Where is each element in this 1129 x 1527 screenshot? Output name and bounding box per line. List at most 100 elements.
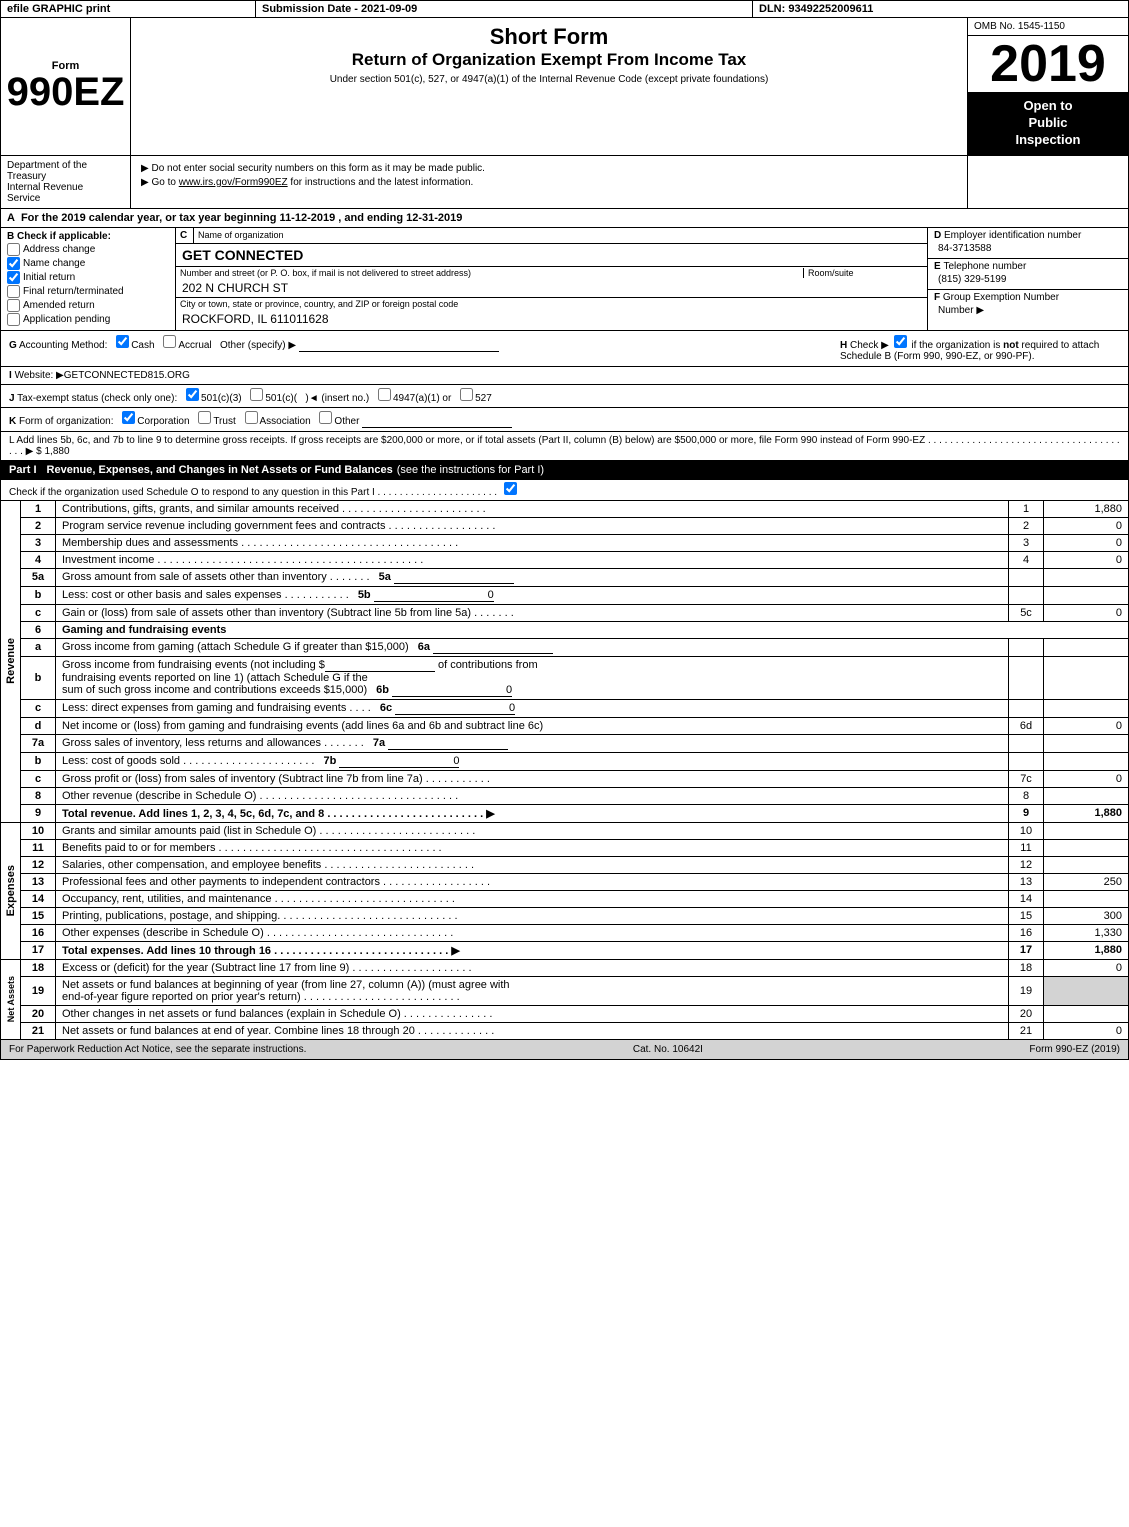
initial-return-check[interactable]	[7, 271, 20, 284]
table-row: 13 Professional fees and other payments …	[21, 873, 1129, 890]
expenses-table: 10 Grants and similar amounts paid (list…	[20, 823, 1129, 960]
app-pending-row: Application pending	[7, 313, 169, 326]
section-e-title: Telephone number	[943, 261, 1026, 272]
part1-header: Part I Revenue, Expenses, and Changes in…	[0, 461, 1129, 480]
section-i-text: Website: ▶GETCONNECTED815.ORG	[15, 370, 190, 381]
table-row: 1 Contributions, gifts, grants, and simi…	[21, 501, 1129, 518]
table-row: 14 Occupancy, rent, utilities, and maint…	[21, 890, 1129, 907]
table-row: 21 Net assets or fund balances at end of…	[21, 1022, 1129, 1039]
other-k-checkbox[interactable]	[319, 411, 332, 424]
final-return-check[interactable]	[7, 285, 20, 298]
phone-value: (815) 329-5199	[934, 272, 1122, 287]
section-d-title: Employer identification number	[944, 230, 1081, 241]
final-return-row: Final return/terminated	[7, 285, 169, 298]
name-change-check[interactable]	[7, 257, 20, 270]
footer-left: For Paperwork Reduction Act Notice, see …	[9, 1044, 306, 1055]
table-row: 11 Benefits paid to or for members . . .…	[21, 839, 1129, 856]
trust-checkbox[interactable]	[198, 411, 211, 424]
section-k-row: K Form of organization: Corporation Trus…	[0, 408, 1129, 432]
name-change-label: Name change	[23, 258, 85, 269]
part1-subtitle: (see the instructions for Part I)	[397, 464, 544, 476]
app-pending-check[interactable]	[7, 313, 20, 326]
section-a-label: A	[7, 212, 15, 224]
schedule-b-checkbox[interactable]	[894, 335, 907, 348]
section-l-row: L Add lines 5b, 6c, and 7b to line 9 to …	[0, 432, 1129, 461]
street-label: Number and street (or P. O. box, if mail…	[180, 268, 803, 278]
name-change-row: Name change	[7, 257, 169, 270]
form-title-main: Short Form	[137, 24, 961, 50]
room-label: Room/suite	[803, 268, 923, 278]
table-row: 3 Membership dues and assessments . . . …	[21, 534, 1129, 551]
amended-return-check[interactable]	[7, 299, 20, 312]
table-row: c Gain or (loss) from sale of assets oth…	[21, 604, 1129, 621]
table-row: 10 Grants and similar amounts paid (list…	[21, 823, 1129, 840]
table-row: c Gross profit or (loss) from sales of i…	[21, 770, 1129, 787]
table-row: 18 Excess or (deficit) for the year (Sub…	[21, 960, 1129, 977]
form-title-sub: Return of Organization Exempt From Incom…	[137, 50, 961, 70]
501c-checkbox[interactable]	[250, 388, 263, 401]
part1-check-note: Check if the organization used Schedule …	[0, 480, 1129, 501]
section-c-label: C	[176, 228, 194, 243]
section-f-label: F	[934, 292, 943, 303]
table-row: b Less: cost of goods sold . . . . . . .…	[21, 752, 1129, 770]
section-j-row: J Tax-exempt status (check only one): 50…	[0, 385, 1129, 408]
part1-label: Part I	[9, 464, 37, 476]
table-row: 17 Total expenses. Add lines 10 through …	[21, 941, 1129, 959]
section-h-content: H Check ▶ if the organization is not req…	[840, 335, 1120, 362]
net-assets-table: 18 Excess or (deficit) for the year (Sub…	[20, 960, 1129, 1040]
table-row: c Less: direct expenses from gaming and …	[21, 699, 1129, 717]
part1-title: Revenue, Expenses, and Changes in Net As…	[47, 464, 393, 476]
treasury-label: Department of the TreasuryInternal Reven…	[1, 156, 131, 208]
section-g-content: G Accounting Method: Cash Accrual Other …	[9, 335, 840, 352]
table-row: 8 Other revenue (describe in Schedule O)…	[21, 787, 1129, 804]
footer-right: Form 990-EZ (2019)	[1029, 1044, 1120, 1055]
table-row: b Gross income from fundraising events (…	[21, 656, 1129, 699]
table-row: 6 Gaming and fundraising events	[21, 621, 1129, 638]
address-change-label: Address change	[23, 244, 95, 255]
ein-value: 84-3713588	[934, 241, 1122, 256]
initial-return-label: Initial return	[23, 272, 75, 283]
note1: ▶ Do not enter social security numbers o…	[141, 163, 957, 174]
amended-return-row: Amended return	[7, 299, 169, 312]
tax-year: 2019	[968, 36, 1128, 92]
address-change-check[interactable]	[7, 243, 20, 256]
note2: ▶ Go to www.irs.gov/Form990EZ for instru…	[141, 177, 957, 188]
527-checkbox[interactable]	[460, 388, 473, 401]
table-row: 9 Total revenue. Add lines 1, 2, 3, 4, 5…	[21, 804, 1129, 822]
4947-checkbox[interactable]	[378, 388, 391, 401]
initial-return-row: Initial return	[7, 271, 169, 284]
table-row: 16 Other expenses (describe in Schedule …	[21, 924, 1129, 941]
schedule-o-checkbox[interactable]	[504, 482, 517, 495]
assoc-checkbox[interactable]	[245, 411, 258, 424]
form-title-under: Under section 501(c), 527, or 4947(a)(1)…	[137, 74, 961, 85]
table-row: 12 Salaries, other compensation, and emp…	[21, 856, 1129, 873]
net-assets-side-label: Net Assets	[0, 960, 20, 1040]
table-row: 5a Gross amount from sale of assets othe…	[21, 568, 1129, 586]
section-c-title: Name of organization	[194, 228, 288, 243]
dln-number: DLN: 93492252009611	[753, 1, 1128, 17]
org-name-value: GET CONNECTED	[176, 244, 927, 267]
table-row: 20 Other changes in net assets or fund b…	[21, 1005, 1129, 1022]
accrual-checkbox[interactable]	[163, 335, 176, 348]
table-row: 4 Investment income . . . . . . . . . . …	[21, 551, 1129, 568]
section-a-text: For the 2019 calendar year, or tax year …	[21, 212, 462, 224]
omb-number: OMB No. 1545-1150	[968, 18, 1128, 36]
submission-date: Submission Date - 2021-09-09	[256, 1, 753, 17]
amended-return-label: Amended return	[23, 300, 95, 311]
app-pending-label: Application pending	[23, 314, 110, 325]
revenue-table: 1 Contributions, gifts, grants, and simi…	[20, 501, 1129, 823]
section-f-title: Group Exemption Number	[943, 292, 1059, 303]
table-row: 2 Program service revenue including gove…	[21, 517, 1129, 534]
city-value: ROCKFORD, IL 611011628	[176, 310, 927, 328]
501c3-checkbox[interactable]	[186, 388, 199, 401]
footer-mid: Cat. No. 10642I	[306, 1044, 1029, 1055]
cash-checkbox[interactable]	[116, 335, 129, 348]
corp-checkbox[interactable]	[122, 411, 135, 424]
street-value: 202 N CHURCH ST	[176, 279, 927, 297]
section-d-label: D	[934, 230, 944, 241]
table-row: d Net income or (loss) from gaming and f…	[21, 717, 1129, 734]
address-change-row: Address change	[7, 243, 169, 256]
efile-label: efile GRAPHIC print	[1, 1, 256, 17]
footer-row: For Paperwork Reduction Act Notice, see …	[0, 1040, 1129, 1060]
city-label: City or town, state or province, country…	[176, 298, 927, 310]
